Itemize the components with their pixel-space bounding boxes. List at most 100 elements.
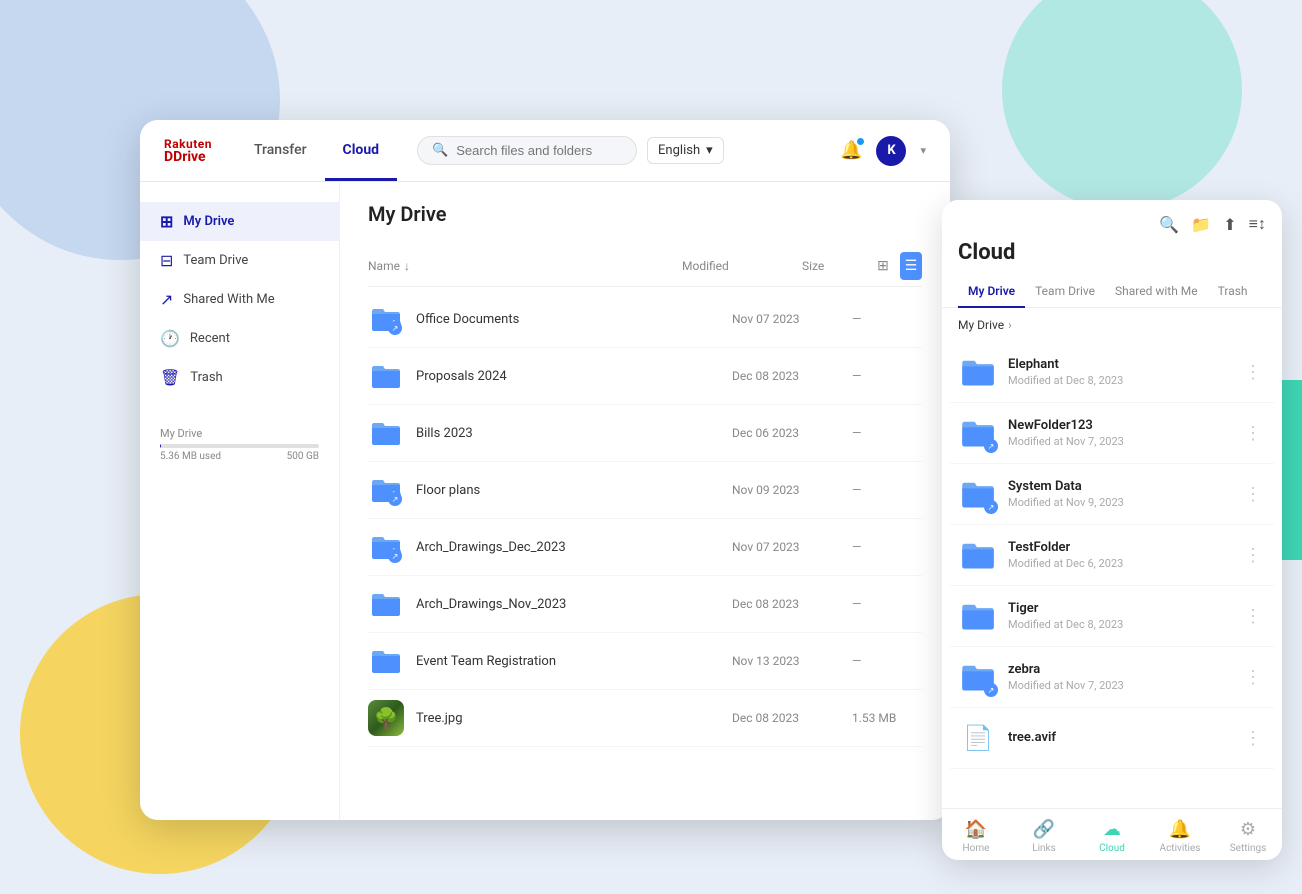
chevron-down-icon-avatar: ▾ [920, 144, 926, 157]
cp-file-name: System Data [1008, 479, 1240, 494]
cp-folder-icon [958, 352, 998, 392]
sidebar-item-my-drive[interactable]: ⊞ My Drive [140, 202, 339, 241]
grid-view-button[interactable]: ⊞ [872, 252, 894, 280]
sidebar-label-my-drive: My Drive [183, 214, 234, 229]
logo: Rakuten DDrive [164, 138, 212, 164]
cloud-panel-title: Cloud [942, 240, 1282, 275]
more-options-icon[interactable]: ⋮ [1240, 484, 1266, 505]
file-modified: Dec 08 2023 [732, 369, 852, 383]
file-name: Bills 2023 [416, 426, 732, 441]
more-options-icon[interactable]: ⋮ [1240, 423, 1266, 444]
nav-links[interactable]: 🔗 Links [1010, 819, 1078, 854]
more-options-icon[interactable]: ⋮ [1240, 362, 1266, 383]
list-item[interactable]: 📄 tree.avif ⋮ [950, 708, 1274, 769]
list-item[interactable]: Tiger Modified at Dec 8, 2023 ⋮ [950, 586, 1274, 647]
list-item[interactable]: Elephant Modified at Dec 8, 2023 ⋮ [950, 342, 1274, 403]
team-icon: ⊟ [160, 251, 173, 270]
cp-tab-trash[interactable]: Trash [1208, 276, 1258, 308]
nav-links-label: Links [1032, 843, 1056, 854]
sidebar: ⊞ My Drive ⊟ Team Drive ↗ Shared With Me… [140, 182, 340, 820]
file-name: Event Team Registration [416, 654, 732, 669]
nav-activities-label: Activities [1160, 843, 1201, 854]
sidebar-label-team-drive: Team Drive [183, 253, 248, 268]
file-modified: Dec 06 2023 [732, 426, 852, 440]
sort-icon[interactable]: ↓ [404, 259, 410, 273]
file-size: 1.53 MB [852, 711, 922, 725]
file-modified: Nov 13 2023 [732, 654, 852, 668]
notification-bell[interactable]: 🔔 [840, 140, 862, 161]
table-row[interactable]: 🌳 Tree.jpg Dec 08 2023 1.53 MB [368, 690, 922, 747]
nav-activities[interactable]: 🔔 Activities [1146, 819, 1214, 854]
nav-cloud[interactable]: ☁ Cloud [1078, 819, 1146, 854]
avatar[interactable]: K [876, 136, 906, 166]
sidebar-item-team-drive[interactable]: ⊟ Team Drive [140, 241, 339, 280]
list-item[interactable]: ↗ NewFolder123 Modified at Nov 7, 2023 ⋮ [950, 403, 1274, 464]
table-row[interactable]: ↗ Arch_Drawings_Dec_2023 Nov 07 2023 — [368, 519, 922, 576]
share-icon: ↗ [160, 290, 173, 309]
file-icon: 🌳 [368, 700, 404, 736]
cp-file-info: Tiger Modified at Dec 8, 2023 [1008, 601, 1240, 631]
bottom-nav: 🏠 Home 🔗 Links ☁ Cloud 🔔 Activities ⚙ Se… [942, 808, 1282, 860]
table-row[interactable]: ↗ Floor plans Nov 09 2023 — [368, 462, 922, 519]
more-options-icon[interactable]: ⋮ [1240, 667, 1266, 688]
storage-used: 5.36 MB used [160, 451, 221, 462]
sort-icon[interactable]: ≡↕ [1249, 214, 1266, 234]
list-item[interactable]: ↗ zebra Modified at Nov 7, 2023 ⋮ [950, 647, 1274, 708]
links-icon: 🔗 [1033, 819, 1055, 840]
language-selector[interactable]: English ▾ [647, 137, 724, 164]
more-options-icon[interactable]: ⋮ [1240, 545, 1266, 566]
tab-transfer[interactable]: Transfer [236, 122, 325, 181]
col-header-size: Size [802, 259, 872, 273]
search-icon[interactable]: 🔍 [1159, 215, 1179, 234]
cp-tab-my-drive[interactable]: My Drive [958, 276, 1025, 308]
list-item[interactable]: ↗ System Data Modified at Nov 9, 2023 ⋮ [950, 464, 1274, 525]
add-folder-icon[interactable]: 📁 [1191, 215, 1211, 234]
table-row[interactable]: Event Team Registration Nov 13 2023 — [368, 633, 922, 690]
file-size: — [852, 597, 922, 611]
cp-file-info: zebra Modified at Nov 7, 2023 [1008, 662, 1240, 692]
cp-folder-shared-icon: ↗ [958, 657, 998, 697]
search-input[interactable] [456, 143, 616, 158]
storage-bar [160, 444, 319, 448]
file-modified: Nov 09 2023 [732, 483, 852, 497]
cp-tab-shared[interactable]: Shared with Me [1105, 276, 1208, 308]
list-view-button[interactable]: ☰ [900, 252, 922, 280]
header-right: 🔔 K ▾ [840, 136, 926, 166]
table-row[interactable]: ↗ Office Documents Nov 07 2023 — [368, 291, 922, 348]
nav-settings[interactable]: ⚙ Settings [1214, 819, 1282, 854]
table-row[interactable]: Arch_Drawings_Nov_2023 Dec 08 2023 — [368, 576, 922, 633]
more-options-icon[interactable]: ⋮ [1240, 606, 1266, 627]
nav-tabs: Transfer Cloud [236, 121, 397, 180]
table-row[interactable]: Bills 2023 Dec 06 2023 — [368, 405, 922, 462]
folder-shared-icon: ↗ [368, 529, 404, 565]
file-modified: Dec 08 2023 [732, 711, 852, 725]
cp-tab-team-drive[interactable]: Team Drive [1025, 276, 1105, 308]
nav-cloud-label: Cloud [1099, 843, 1125, 854]
upload-icon[interactable]: ⬆ [1223, 215, 1236, 234]
list-item[interactable]: TestFolder Modified at Dec 6, 2023 ⋮ [950, 525, 1274, 586]
file-name: Tree.jpg [416, 711, 732, 726]
file-name: Arch_Drawings_Nov_2023 [416, 597, 732, 612]
sidebar-item-shared-with-me[interactable]: ↗ Shared With Me [140, 280, 339, 319]
search-bar: 🔍 [417, 136, 637, 165]
sidebar-item-trash[interactable]: 🗑 Trash [140, 358, 339, 397]
cp-file-name: NewFolder123 [1008, 418, 1240, 433]
file-name: Floor plans [416, 483, 732, 498]
cp-file-info: Elephant Modified at Dec 8, 2023 [1008, 357, 1240, 387]
file-list-header: Name ↓ Modified Size ⊞ ☰ [368, 246, 922, 287]
file-size: — [852, 654, 922, 668]
sidebar-item-recent[interactable]: 🕐 Recent [140, 319, 339, 358]
notification-dot [857, 138, 864, 145]
tab-cloud[interactable]: Cloud [325, 122, 398, 181]
nav-home[interactable]: 🏠 Home [942, 819, 1010, 854]
sidebar-label-recent: Recent [190, 331, 230, 346]
cp-file-meta: Modified at Dec 6, 2023 [1008, 557, 1240, 570]
settings-icon: ⚙ [1240, 819, 1256, 840]
bg-decoration-teal [1002, 0, 1242, 210]
cp-folder-shared-icon: ↗ [958, 474, 998, 514]
breadcrumb-item[interactable]: My Drive [958, 318, 1004, 332]
more-options-icon[interactable]: ⋮ [1240, 728, 1266, 749]
table-row[interactable]: Proposals 2024 Dec 08 2023 — [368, 348, 922, 405]
folder-icon [368, 586, 404, 622]
grid-icon: ⊞ [160, 212, 173, 231]
